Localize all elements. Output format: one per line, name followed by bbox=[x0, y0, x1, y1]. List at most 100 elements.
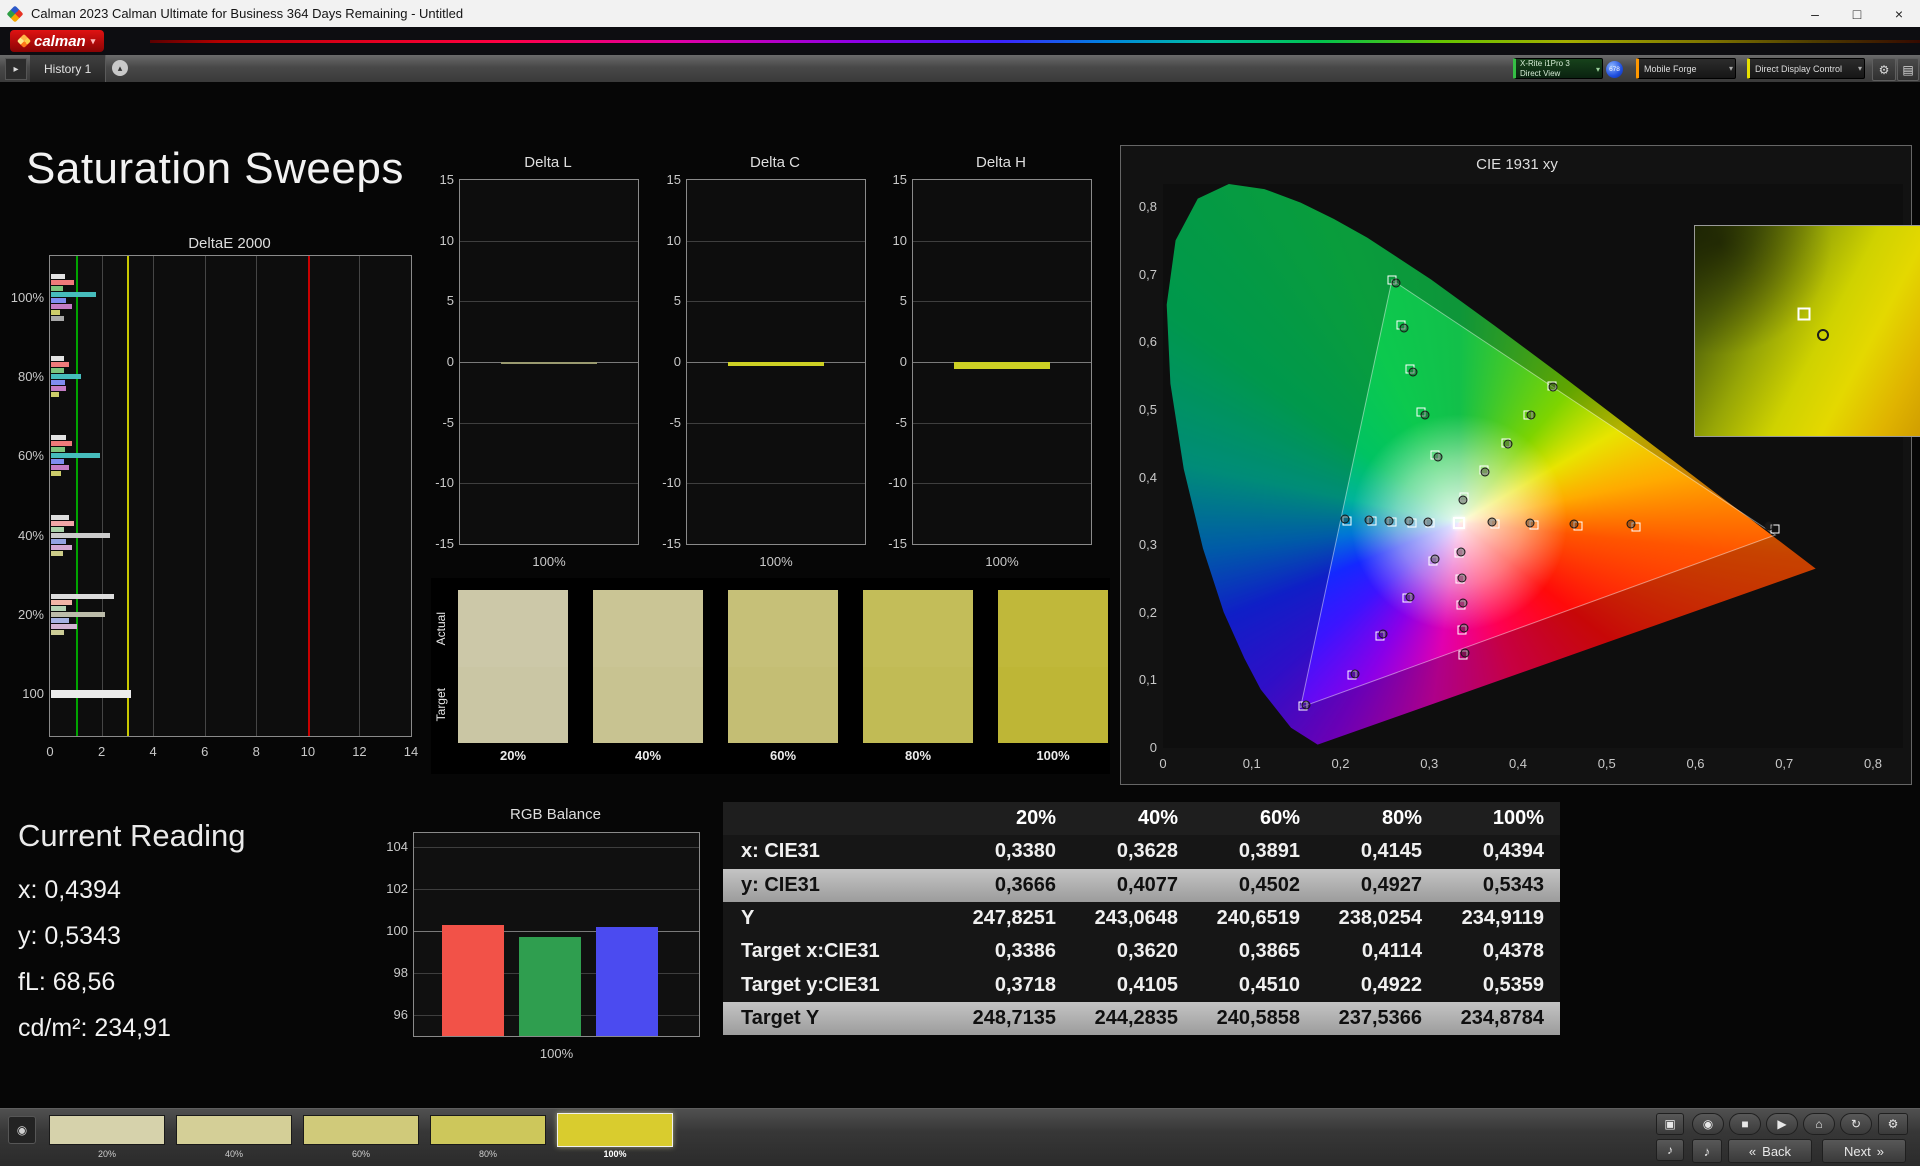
measurement-thumb-40%[interactable] bbox=[176, 1115, 292, 1145]
table-header-cell: 40% bbox=[1072, 802, 1194, 835]
current-reading-cdm2: cd/m²: 234,91 bbox=[18, 1014, 171, 1043]
capture-button[interactable]: ◉ bbox=[1692, 1113, 1724, 1135]
gridline bbox=[913, 301, 1091, 302]
delta-l-chart: 151050-5-10-15100% bbox=[459, 179, 639, 545]
source-selector-button[interactable]: Mobile Forge ▾ bbox=[1636, 58, 1736, 79]
deltae-bar bbox=[51, 521, 74, 526]
axis-tick-label: 10 bbox=[647, 233, 681, 249]
axis-tick-label: 60% bbox=[0, 448, 44, 464]
swatch-target bbox=[458, 667, 568, 744]
deltae-bar bbox=[51, 612, 105, 617]
collapse-button[interactable]: ▴ bbox=[112, 60, 128, 76]
table-row-label: y: CIE31 bbox=[723, 869, 950, 902]
deltae-bar bbox=[51, 527, 64, 532]
deltae-bar bbox=[51, 551, 63, 556]
axis-tick-label: 102 bbox=[374, 881, 408, 897]
display-mode-button[interactable]: ▣ bbox=[1656, 1113, 1684, 1135]
meter-selector-button[interactable]: X-Rite i1Pro 3 Direct View ▾ bbox=[1513, 58, 1603, 79]
cie-measured-marker bbox=[1434, 453, 1443, 462]
deltae-bar bbox=[51, 292, 96, 297]
measurement-thumb-20%[interactable] bbox=[49, 1115, 165, 1145]
deltae-bar bbox=[51, 690, 131, 698]
axis-tick-label: 0,2 bbox=[1123, 605, 1157, 621]
axis-tick-label: 6 bbox=[201, 744, 208, 760]
gridline bbox=[913, 241, 1091, 242]
brand-name: calman bbox=[34, 33, 86, 50]
measurement-thumb-60%[interactable] bbox=[303, 1115, 419, 1145]
deltae-bar bbox=[51, 533, 110, 538]
table-cell: 0,4105 bbox=[1072, 968, 1194, 1001]
measurement-thumb-80%[interactable] bbox=[430, 1115, 546, 1145]
axis-tick-label: 104 bbox=[374, 839, 408, 855]
axis-label: 100% bbox=[414, 1046, 699, 1062]
deltae-bar bbox=[51, 459, 64, 464]
cie-measured-marker bbox=[1480, 468, 1489, 477]
gridline bbox=[460, 301, 638, 302]
cie-measured-marker bbox=[1409, 368, 1418, 377]
axis-tick-label: 8 bbox=[253, 744, 260, 760]
deltae-bar bbox=[51, 465, 69, 470]
axis-tick-label: 20% bbox=[0, 607, 44, 623]
table-cell: 0,4114 bbox=[1316, 935, 1438, 968]
stop-button[interactable]: ■ bbox=[1729, 1113, 1761, 1135]
play-button[interactable]: ▶ bbox=[1766, 1113, 1798, 1135]
gridline bbox=[414, 889, 699, 890]
measurement-thumb-100%[interactable] bbox=[557, 1113, 673, 1147]
table-cell: 247,8251 bbox=[950, 902, 1072, 935]
chevron-down-icon: ▾ bbox=[1729, 64, 1733, 73]
inset-measured-marker bbox=[1817, 329, 1829, 341]
table-cell: 244,2835 bbox=[1072, 1002, 1194, 1035]
axis-tick-label: -5 bbox=[647, 415, 681, 431]
thumb-label: 60% bbox=[303, 1149, 419, 1159]
cie-measured-marker bbox=[1488, 518, 1497, 527]
back-button[interactable]: « Back bbox=[1728, 1139, 1812, 1163]
home-button[interactable]: ⌂ bbox=[1803, 1113, 1835, 1135]
gridline bbox=[913, 483, 1091, 484]
swatch-label: 40% bbox=[593, 748, 703, 763]
preview-toggle-button[interactable]: ◉ bbox=[8, 1116, 36, 1144]
cie-measured-marker bbox=[1459, 624, 1468, 633]
workflow-gear-button[interactable]: ⚙ bbox=[1878, 1113, 1908, 1135]
cie-1931-panel: CIE 1931 xy 00,10,20,30,40,50,60,70,80,8… bbox=[1120, 145, 1912, 785]
minimize-button[interactable]: – bbox=[1794, 0, 1836, 27]
axis-tick-label: 5 bbox=[647, 293, 681, 309]
deltae-bar bbox=[51, 286, 63, 291]
panel-layout-button[interactable]: ▤ bbox=[1897, 58, 1919, 81]
delta-value-bar bbox=[501, 362, 597, 364]
table-cell: 237,5366 bbox=[1316, 1002, 1438, 1035]
display-control-button[interactable]: Direct Display Control ▾ bbox=[1747, 58, 1865, 79]
calman-logo-menu[interactable]: calman ▾ bbox=[10, 30, 104, 52]
axis-tick-label: -5 bbox=[420, 415, 454, 431]
axis-tick-label: 0,8 bbox=[1858, 756, 1888, 772]
current-reading-heading: Current Reading bbox=[18, 818, 245, 854]
deltae-bar bbox=[51, 368, 64, 373]
axis-tick-label: 0,5 bbox=[1592, 756, 1622, 772]
refresh-button[interactable]: ↻ bbox=[1840, 1113, 1872, 1135]
axis-tick-label: 5 bbox=[420, 293, 454, 309]
mute-button[interactable]: ♪ bbox=[1692, 1139, 1722, 1163]
saturation-swatch bbox=[593, 590, 703, 743]
audio-button[interactable]: ♪ bbox=[1656, 1139, 1684, 1161]
next-button[interactable]: Next » bbox=[1822, 1139, 1906, 1163]
close-button[interactable]: × bbox=[1878, 0, 1920, 27]
table-cell: 0,5359 bbox=[1438, 968, 1560, 1001]
measurement-table: 20%40%60%80%100%x: CIE310,33800,36280,38… bbox=[723, 802, 1560, 1035]
gridline bbox=[687, 301, 865, 302]
axis-tick-label: 15 bbox=[873, 172, 907, 188]
inset-target-marker bbox=[1797, 308, 1810, 321]
chevron-down-icon: ▾ bbox=[1858, 64, 1862, 73]
swatch-actual bbox=[863, 590, 973, 667]
thumb-label: 80% bbox=[430, 1149, 546, 1159]
tab-history-1[interactable]: History 1 bbox=[30, 55, 106, 82]
axis-label: 100% bbox=[687, 554, 865, 570]
deltae-bar bbox=[51, 374, 81, 379]
maximize-button[interactable]: □ bbox=[1836, 0, 1878, 27]
deltae-bar bbox=[51, 316, 64, 321]
cie-measured-marker bbox=[1458, 496, 1467, 505]
axis-tick-label: -15 bbox=[647, 536, 681, 552]
cie-measured-marker bbox=[1400, 324, 1409, 333]
settings-gear-button[interactable]: ⚙ bbox=[1872, 58, 1896, 81]
reference-line bbox=[308, 256, 310, 736]
deltae-bar bbox=[51, 356, 64, 361]
workflow-arrow-button[interactable]: ▸ bbox=[5, 58, 27, 80]
